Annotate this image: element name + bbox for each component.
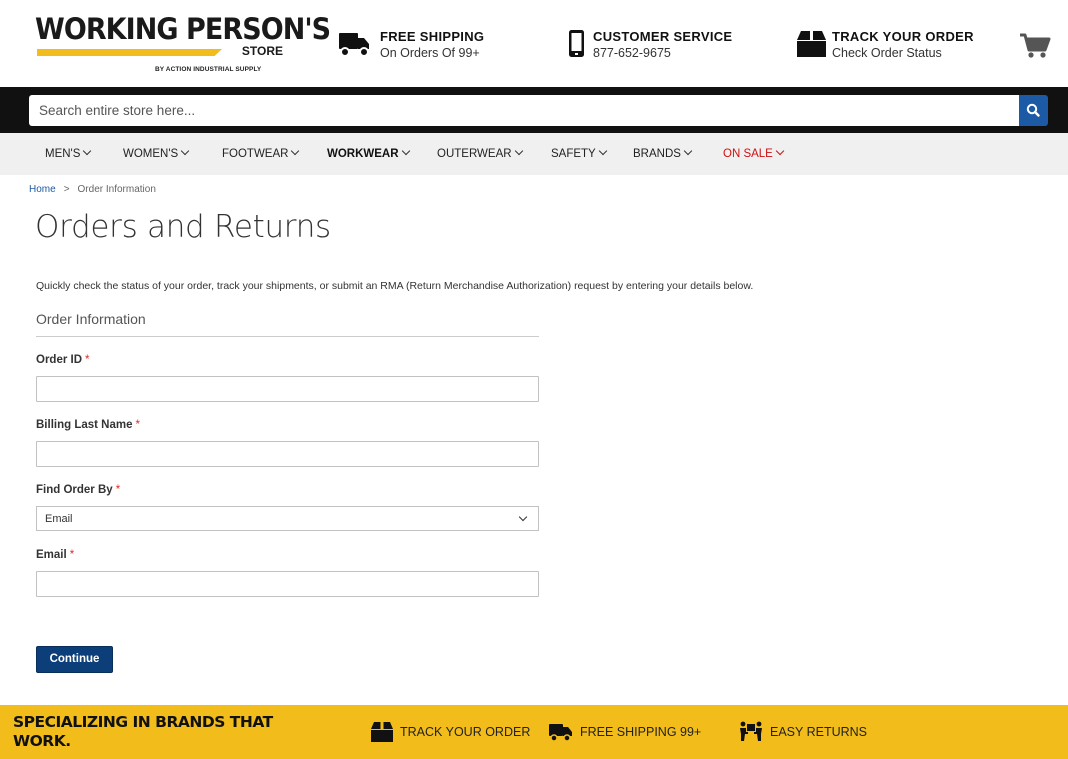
free-shipping-info[interactable]: FREE SHIPPING On Orders Of 99+ <box>338 29 508 63</box>
customer-service-info[interactable]: CUSTOMER SERVICE 877-652-9675 <box>567 29 757 63</box>
nav-item-mens[interactable]: MEN'S <box>45 146 92 160</box>
chevron-down-icon <box>180 146 190 156</box>
chevron-down-icon <box>291 146 300 156</box>
track-order-info[interactable]: TRACK YOUR ORDER Check Order Status <box>796 29 996 63</box>
footer-free-shipping[interactable]: FREE SHIPPING 99+ <box>548 721 713 743</box>
find-order-by-select[interactable]: Email <box>36 506 539 531</box>
nav-item-workwear[interactable]: WORKWEAR <box>327 146 410 160</box>
logo-store-text: STORE <box>241 44 283 58</box>
service-title: CUSTOMER SERVICE <box>593 29 733 44</box>
chevron-down-icon <box>514 146 523 156</box>
main-nav: MEN'S WOMEN'S FOOTWEAR WORKWEAR OUTERWEA… <box>0 133 1068 175</box>
search-bar <box>0 87 1068 133</box>
site-header: WORKING PERSON'S STORE BY ACTION INDUSTR… <box>0 0 1068 87</box>
nav-label: MEN'S <box>45 148 81 160</box>
footer-tagline: SPECIALIZING IN BRANDS THAT WORK. <box>13 713 273 750</box>
chevron-down-icon <box>683 146 693 156</box>
track-subtitle: Check Order Status <box>832 46 942 60</box>
required-marker: * <box>85 354 90 366</box>
chevron-down-icon <box>518 512 528 522</box>
box-icon <box>797 31 826 57</box>
truck-icon <box>549 724 572 742</box>
nav-item-brands[interactable]: BRANDS <box>633 146 693 160</box>
cart-icon[interactable] <box>1019 33 1051 59</box>
order-id-input[interactable] <box>36 376 539 402</box>
nav-item-outerwear[interactable]: OUTERWEAR <box>437 146 523 160</box>
required-marker: * <box>69 549 75 561</box>
nav-label: BRANDS <box>633 148 681 160</box>
footer-track-order[interactable]: TRACK YOUR ORDER <box>370 721 540 743</box>
box-icon <box>371 722 393 742</box>
footer-shipping-label: FREE SHIPPING 99+ <box>580 725 702 739</box>
nav-item-on-sale[interactable]: ON SALE <box>723 146 785 160</box>
logo-stripe: STORE <box>37 44 283 58</box>
nav-item-footwear[interactable]: FOOTWEAR <box>222 146 300 160</box>
nav-label: WORKWEAR <box>327 148 399 160</box>
intro-text: Quickly check the status of your order, … <box>36 280 754 292</box>
nav-label: OUTERWEAR <box>437 148 512 160</box>
nav-item-womens[interactable]: WOMEN'S <box>123 146 190 160</box>
email-input[interactable] <box>36 571 539 597</box>
nav-label: FOOTWEAR <box>222 148 289 160</box>
section-divider <box>36 336 539 337</box>
people-carry-icon <box>740 721 762 741</box>
select-value: Email <box>45 513 73 525</box>
track-title: TRACK YOUR ORDER <box>832 29 974 44</box>
chevron-down-icon <box>401 146 410 156</box>
breadcrumb-home-link[interactable]: Home <box>29 184 56 195</box>
billing-last-name-input[interactable] <box>36 441 539 467</box>
nav-label: WOMEN'S <box>123 148 179 160</box>
email-label: Email * <box>36 549 75 561</box>
page-title: Orders and Returns <box>35 209 331 245</box>
nav-label: SAFETY <box>551 148 596 160</box>
breadcrumb-separator: > <box>63 184 70 195</box>
footer-easy-returns[interactable]: EASY RETURNS <box>738 721 878 743</box>
required-marker: * <box>135 419 140 431</box>
service-phone: 877-652-9675 <box>593 46 671 60</box>
shipping-title: FREE SHIPPING <box>380 29 485 44</box>
breadcrumb: Home > Order Information <box>29 184 156 195</box>
logo-wordmark: WORKING PERSON'S <box>35 12 331 46</box>
logo-subtitle: BY ACTION INDUSTRIAL SUPPLY <box>155 66 262 73</box>
truck-icon <box>339 33 369 57</box>
nav-label: ON SALE <box>723 148 773 160</box>
chevron-down-icon <box>598 146 607 156</box>
footer-track-label: TRACK YOUR ORDER <box>400 725 531 739</box>
footer-benefits-bar: SPECIALIZING IN BRANDS THAT WORK. TRACK … <box>0 705 1068 759</box>
required-marker: * <box>115 484 121 496</box>
footer-returns-label: EASY RETURNS <box>770 725 868 739</box>
section-title: Order Information <box>36 311 146 327</box>
breadcrumb-current: Order Information <box>77 184 156 195</box>
search-icon <box>1026 103 1040 117</box>
billing-last-name-label: Billing Last Name * <box>36 419 140 431</box>
store-logo[interactable]: WORKING PERSON'S STORE BY ACTION INDUSTR… <box>35 12 331 76</box>
find-order-by-label: Find Order By * <box>36 484 121 496</box>
nav-item-safety[interactable]: SAFETY <box>551 146 607 160</box>
shipping-subtitle: On Orders Of 99+ <box>380 46 480 60</box>
continue-button[interactable]: Continue <box>36 646 113 673</box>
search-input[interactable] <box>29 95 1019 126</box>
chevron-down-icon <box>83 146 92 156</box>
chevron-down-icon <box>775 146 785 156</box>
order-id-label: Order ID * <box>36 354 90 366</box>
search-button[interactable] <box>1019 95 1048 126</box>
